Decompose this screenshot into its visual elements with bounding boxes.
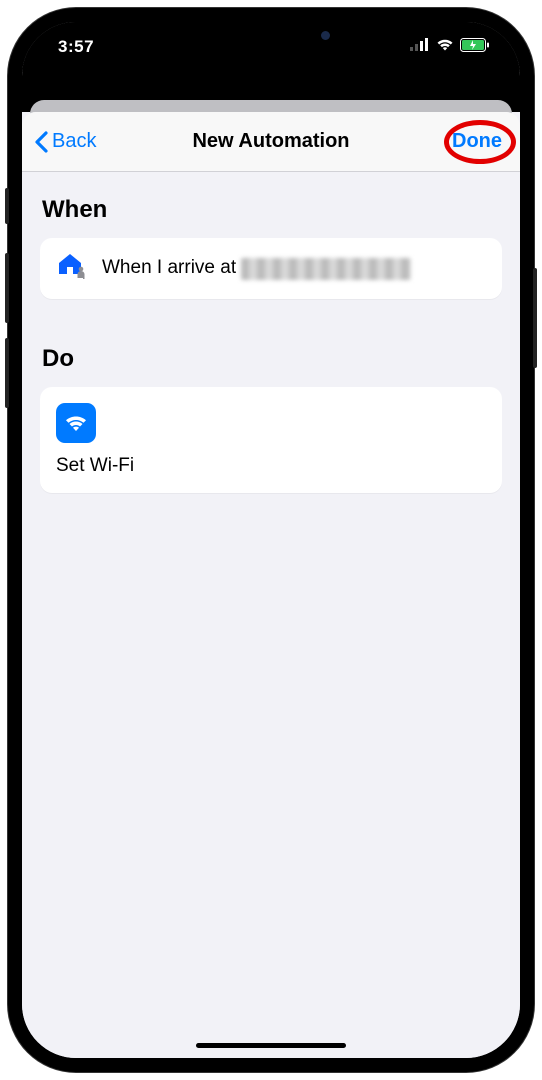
volume-up-button (5, 253, 9, 323)
page-title: New Automation (192, 130, 349, 153)
screen: 3:57 (22, 22, 520, 1058)
wifi-icon (436, 38, 454, 56)
battery-icon (460, 38, 490, 57)
do-action-card[interactable]: Set Wi-Fi (40, 387, 502, 493)
when-trigger-text: When I arrive at (102, 257, 411, 280)
when-section-header: When (40, 196, 502, 224)
chevron-left-icon (34, 131, 48, 153)
power-button (533, 268, 537, 368)
cellular-icon (410, 38, 430, 56)
navigation-bar: Back New Automation Done (22, 112, 520, 172)
when-trigger-row[interactable]: When I arrive at (40, 238, 502, 299)
modal-sheet: Back New Automation Done When (22, 112, 520, 1058)
done-button[interactable]: Done (446, 126, 508, 157)
status-indicators (410, 38, 490, 57)
back-button[interactable]: Back (34, 130, 96, 153)
notch (166, 22, 376, 54)
arrive-home-icon (56, 252, 88, 285)
home-indicator[interactable] (196, 1043, 346, 1048)
phone-frame: 3:57 (8, 8, 534, 1072)
silent-switch (5, 188, 9, 224)
redacted-location (241, 258, 411, 280)
volume-down-button (5, 338, 9, 408)
status-time: 3:57 (58, 37, 94, 57)
do-action-label: Set Wi-Fi (56, 455, 486, 477)
wifi-action-icon (56, 403, 96, 443)
back-label: Back (52, 130, 96, 153)
when-text-prefix: When I arrive at (102, 257, 241, 278)
content-area: When When I arrive at (22, 172, 520, 1058)
do-section-header: Do (40, 345, 502, 373)
